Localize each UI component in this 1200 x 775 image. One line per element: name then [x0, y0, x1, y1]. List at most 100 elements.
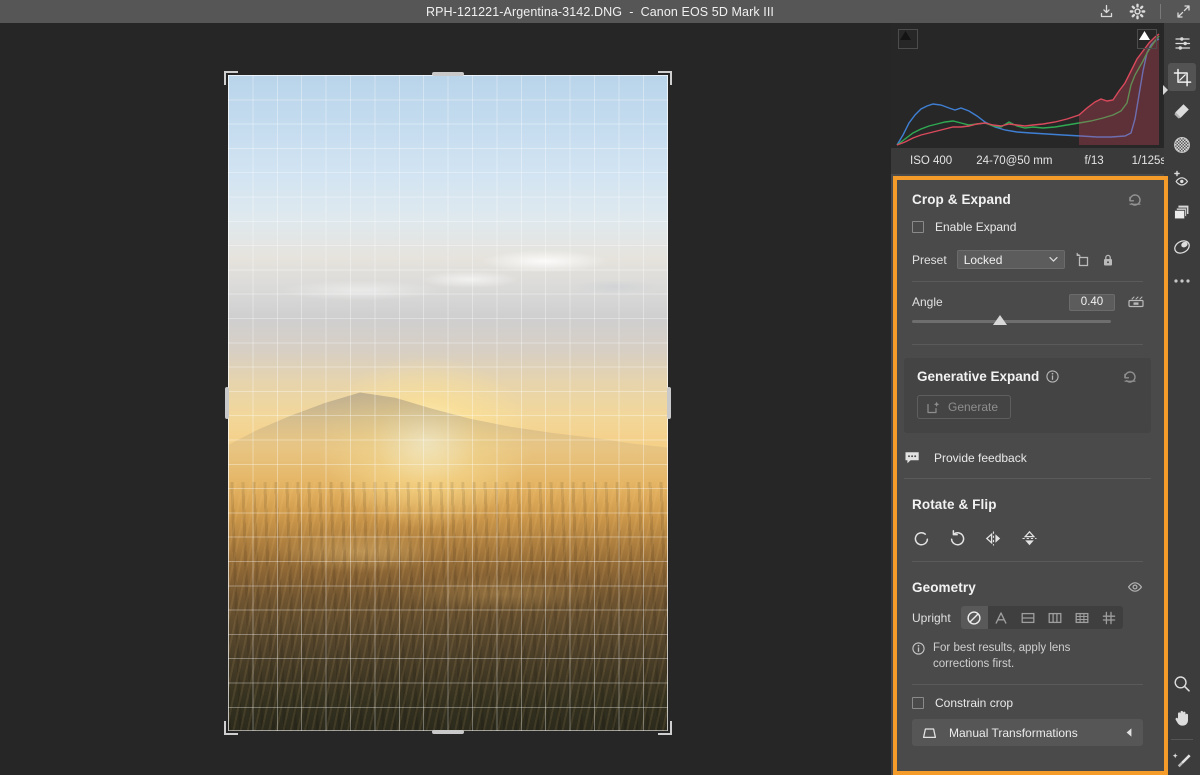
- generate-button[interactable]: Generate: [917, 395, 1011, 419]
- flip-vertical-icon[interactable]: [1020, 529, 1039, 548]
- constrain-crop-label: Constrain crop: [935, 696, 1014, 711]
- generative-expand-card: Generative Expand Generate: [904, 358, 1151, 433]
- right-panel: ISO 400 24-70@50 mm f/13 1/125s Crop & E…: [891, 23, 1164, 775]
- angle-value-input[interactable]: 0.40: [1069, 293, 1115, 311]
- straighten-tool-icon[interactable]: [1127, 294, 1144, 310]
- healing-brush-icon[interactable]: [1168, 97, 1196, 125]
- generate-icon: [926, 400, 941, 415]
- rotate-flip-title: Rotate & Flip: [912, 496, 997, 512]
- upright-button-group: [960, 606, 1123, 629]
- geometry-section: Geometry Upright For best results, apply…: [891, 572, 1164, 747]
- photo-preview: [228, 75, 668, 731]
- upright-off-button[interactable]: [960, 606, 988, 629]
- upright-level-button[interactable]: [1015, 606, 1042, 629]
- gear-icon[interactable]: [1129, 3, 1146, 20]
- constrain-crop-row[interactable]: Constrain crop: [912, 696, 1143, 710]
- histogram[interactable]: [891, 23, 1164, 148]
- angle-slider[interactable]: [912, 314, 1111, 328]
- toolbar-divider: [1171, 739, 1193, 740]
- manual-transformations-row[interactable]: Manual Transformations: [912, 719, 1143, 747]
- section-divider-1: [912, 344, 1143, 345]
- share-export-icon[interactable]: [1098, 3, 1115, 20]
- fullscreen-icon[interactable]: [1175, 3, 1192, 20]
- generative-expand-section: Generative Expand Generate Provide feedb…: [891, 358, 1164, 479]
- crop-frame[interactable]: [224, 71, 672, 735]
- geometry-title: Geometry: [912, 579, 976, 595]
- chevron-down-icon: [1049, 256, 1058, 263]
- upright-auto-button[interactable]: [988, 606, 1015, 629]
- crop-reset-icon[interactable]: [1127, 191, 1143, 207]
- active-tool-caret: [1163, 85, 1168, 95]
- metadata-iso: ISO 400: [910, 155, 953, 167]
- provide-feedback-row[interactable]: Provide feedback: [904, 444, 1151, 472]
- title-bar: RPH-121221-Argentina-3142.DNG - Canon EO…: [0, 0, 1200, 23]
- feedback-speech-bubble-icon: [904, 450, 922, 466]
- upright-vertical-button[interactable]: [1042, 606, 1069, 629]
- lock-aspect-icon[interactable]: [1100, 252, 1116, 268]
- titlebar-actions: [1098, 0, 1192, 23]
- crop-expand-panel: Crop & Expand Enable Expand Preset Locke…: [891, 174, 1164, 775]
- crop-section: Crop & Expand Enable Expand Preset Locke…: [891, 184, 1164, 345]
- angle-slider-track: [912, 320, 1111, 323]
- lightroom-window: RPH-121221-Argentina-3142.DNG - Canon EO…: [0, 0, 1200, 775]
- geometry-note-text: For best results, apply lens corrections…: [933, 642, 1071, 670]
- hand-pan-icon[interactable]: [1168, 704, 1196, 732]
- enable-expand-row[interactable]: Enable Expand: [912, 220, 1143, 234]
- page-title: RPH-121221-Argentina-3142.DNG - Canon EO…: [425, 4, 774, 19]
- info-icon[interactable]: [1046, 369, 1059, 383]
- upright-label: Upright: [912, 610, 951, 625]
- versions-icon[interactable]: [1168, 199, 1196, 227]
- rotate-flip-header: Rotate & Flip: [912, 489, 1143, 519]
- upright-guided-button[interactable]: [1096, 606, 1123, 629]
- photo-ridge-layer: [228, 392, 668, 495]
- angle-slider-thumb[interactable]: [992, 315, 1007, 325]
- provide-feedback-label: Provide feedback: [934, 451, 1027, 465]
- preset-row: Preset Locked: [912, 250, 1143, 269]
- histogram-plot: [896, 33, 1160, 146]
- zoom-magnifier-icon[interactable]: [1168, 670, 1196, 698]
- manual-transformations-label: Manual Transformations: [949, 725, 1078, 740]
- rotate-aspect-icon[interactable]: [1075, 252, 1091, 268]
- capture-metadata: ISO 400 24-70@50 mm f/13 1/125s: [891, 148, 1164, 174]
- metadata-shutter: 1/125s: [1131, 155, 1164, 167]
- image-canvas[interactable]: [0, 23, 891, 775]
- masking-icon[interactable]: [1168, 131, 1196, 159]
- rotate-flip-buttons: [912, 523, 1143, 553]
- enable-expand-checkbox[interactable]: [912, 221, 924, 233]
- upright-row: Upright: [912, 606, 1143, 629]
- angle-row: Angle 0.40: [912, 293, 1144, 311]
- rotate-right-icon[interactable]: [948, 529, 967, 548]
- photo-clouds-layer: [228, 232, 668, 305]
- note-info-icon: [912, 642, 925, 672]
- red-eye-icon[interactable]: [1168, 165, 1196, 193]
- crop-divider: [912, 281, 1143, 282]
- edit-sliders-icon[interactable]: [1168, 29, 1196, 57]
- photo-terrain-layer: [228, 481, 668, 731]
- highlight-clipping-indicator[interactable]: [1137, 29, 1157, 49]
- geometry-header: Geometry: [912, 572, 1143, 602]
- angle-label: Angle: [912, 295, 943, 309]
- constrain-crop-checkbox[interactable]: [912, 697, 924, 710]
- more-options-icon[interactable]: [1168, 267, 1196, 295]
- right-toolbar: [1163, 23, 1200, 775]
- crop-icon[interactable]: [1168, 63, 1196, 91]
- upright-full-button[interactable]: [1069, 606, 1096, 629]
- geometry-visibility-eye-icon[interactable]: [1127, 579, 1143, 595]
- section-divider-4: [912, 684, 1143, 686]
- chevron-left-icon[interactable]: [1124, 727, 1134, 738]
- ai-tool-icon[interactable]: [1168, 747, 1196, 775]
- crop-section-header: Crop & Expand: [912, 184, 1143, 214]
- titlebar-divider: [1160, 4, 1161, 19]
- metadata-lens: 24-70@50 mm: [976, 155, 1053, 167]
- profile-icon[interactable]: [1168, 233, 1196, 261]
- geometry-note: For best results, apply lens corrections…: [912, 641, 1143, 672]
- generate-button-label: Generate: [948, 400, 999, 414]
- enable-expand-label: Enable Expand: [935, 220, 1017, 234]
- rotate-left-icon[interactable]: [912, 529, 931, 548]
- generative-expand-reset-icon[interactable]: [1122, 368, 1138, 384]
- metadata-aperture: f/13: [1084, 155, 1104, 167]
- preset-select[interactable]: Locked: [956, 250, 1065, 269]
- rotate-flip-section: Rotate & Flip: [891, 489, 1164, 562]
- flip-horizontal-icon[interactable]: [984, 529, 1003, 548]
- shadow-clipping-indicator[interactable]: [898, 29, 918, 49]
